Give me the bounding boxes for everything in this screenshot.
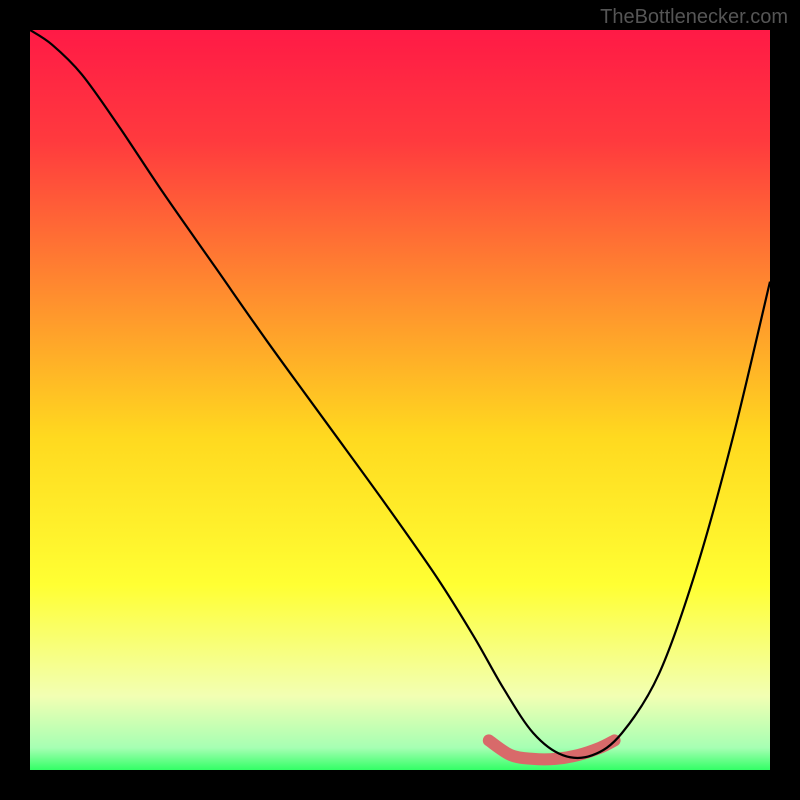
chart-svg [30, 30, 770, 770]
bottleneck-chart [30, 30, 770, 770]
chart-background [30, 30, 770, 770]
watermark-text: TheBottlenecker.com [600, 6, 788, 29]
